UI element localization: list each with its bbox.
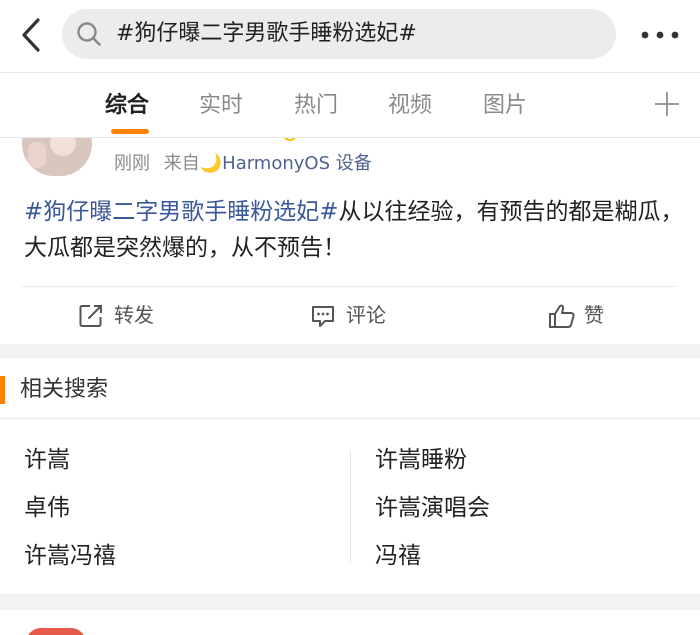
post-source[interactable]: HarmonyOS 设备 <box>222 153 372 174</box>
post-card: 刚刚 来自🌙HarmonyOS 设备 #狗仔曝二字男歌手睡粉选妃#从以往经验，有… <box>0 138 700 344</box>
post-text: #狗仔曝二字男歌手睡粉选妃#从以往经验，有预告的都是糊瓜，大瓜都是突然爆的，从不… <box>24 194 684 266</box>
tab-hot[interactable]: 热门 <box>294 91 338 121</box>
tab-video[interactable]: 视频 <box>388 91 432 121</box>
tab-realtime[interactable]: 实时 <box>199 91 243 121</box>
section-accent-bar <box>0 376 5 404</box>
avatar-hand <box>28 142 46 168</box>
post-divider <box>22 286 678 287</box>
post-meta: 刚刚 来自🌙HarmonyOS 设备 <box>114 152 372 176</box>
related-item[interactable]: 许嵩演唱会 <box>375 492 490 524</box>
search-query-text: #狗仔曝二字男歌手睡粉选妃# <box>116 21 417 46</box>
search-icon <box>77 22 101 46</box>
search-input[interactable]: #狗仔曝二字男歌手睡粉选妃# <box>62 9 616 59</box>
next-post-card <box>0 610 700 635</box>
top-bar: #狗仔曝二字男歌手睡粉选妃# <box>0 0 700 72</box>
search-tabs: 综合 实时 热门 视频 图片 <box>0 72 700 138</box>
next-avatar[interactable] <box>26 628 86 635</box>
repost-icon <box>79 305 102 327</box>
username-cropped[interactable] <box>112 138 302 144</box>
thumbs-up-icon <box>549 304 575 328</box>
plus-icon[interactable] <box>652 89 682 119</box>
avatar[interactable] <box>22 138 92 176</box>
avatar-face <box>50 138 76 156</box>
related-item[interactable]: 许嵩冯禧 <box>24 540 116 572</box>
related-column-divider <box>350 450 351 562</box>
related-item[interactable]: 冯禧 <box>375 540 421 572</box>
related-item[interactable]: 卓伟 <box>24 492 70 524</box>
post-hashtag[interactable]: #狗仔曝二字男歌手睡粉选妃# <box>24 199 339 225</box>
chevron-left-icon[interactable] <box>14 16 48 54</box>
post-time: 刚刚 <box>114 153 150 174</box>
related-title: 相关搜索 <box>20 377 109 402</box>
related-item[interactable]: 许嵩睡粉 <box>375 444 467 476</box>
related-divider <box>0 418 700 419</box>
comment-icon <box>312 306 334 327</box>
post-source-prefix: 来自 <box>163 153 200 174</box>
related-searches: 相关搜索 许嵩 卓伟 许嵩冯禧 许嵩睡粉 许嵩演唱会 冯禧 <box>0 358 700 594</box>
related-item[interactable]: 许嵩 <box>24 444 70 476</box>
active-tab-indicator <box>111 129 149 134</box>
tab-comprehensive[interactable]: 综合 <box>105 91 149 121</box>
moon-icon: 🌙 <box>199 153 223 174</box>
like-label: 赞 <box>584 303 604 327</box>
repost-label: 转发 <box>114 303 154 327</box>
comment-label: 评论 <box>346 303 386 327</box>
tab-images[interactable]: 图片 <box>483 91 527 121</box>
more-horizontal-icon[interactable] <box>640 22 680 48</box>
